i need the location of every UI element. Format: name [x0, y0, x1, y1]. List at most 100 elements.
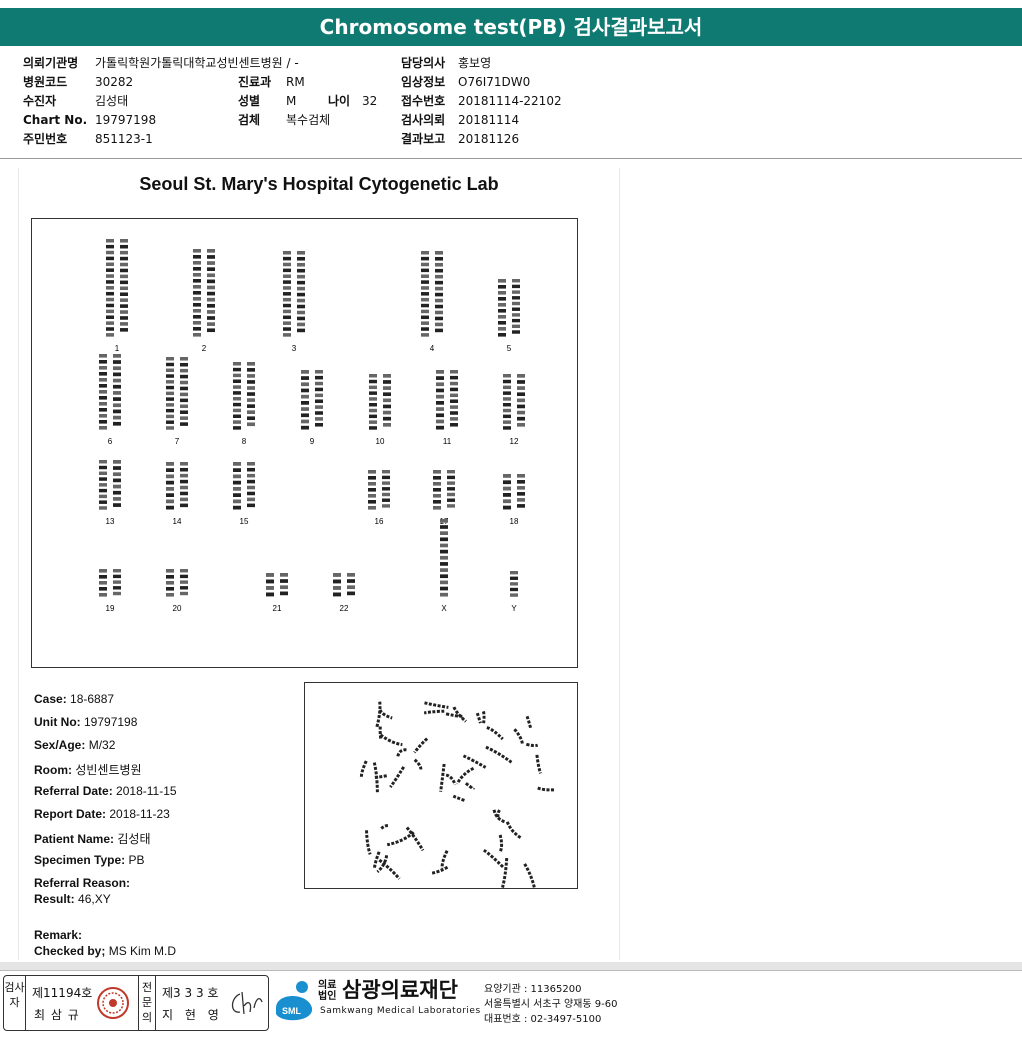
age-key: 나이	[328, 94, 351, 108]
field-key: 성별	[238, 94, 261, 108]
metaphase-chromosome	[485, 745, 513, 764]
chromosome-label: 12	[510, 437, 519, 446]
case-field: Sex/Age: M/32	[34, 738, 115, 752]
chromosome-pair	[301, 370, 323, 430]
sml-logo-icon: SML	[276, 981, 313, 1021]
field-value: M/32	[88, 738, 116, 752]
field-value: 복수검체	[286, 113, 331, 127]
metaphase-chromosome	[386, 831, 415, 847]
chromosome-label: 22	[340, 604, 349, 613]
chromosome-label: 14	[173, 517, 182, 526]
field-value: RM	[286, 75, 305, 89]
case-field: Case: 18-6887	[34, 692, 114, 706]
field-key: 병원코드	[23, 75, 68, 89]
metaphase-chromosome	[462, 754, 487, 769]
field-value: 20181114	[458, 113, 520, 127]
field-key: Checked by;	[34, 944, 106, 958]
field-key: Chart No.	[23, 113, 88, 127]
chromosome-pair	[503, 474, 525, 510]
field-value: 19797198	[84, 715, 138, 729]
field-key: Room:	[34, 763, 72, 777]
chromosome-pair	[99, 569, 121, 597]
header-row: 담당의사 홍보영	[401, 54, 562, 73]
header-row: 검사의뢰 20181114	[401, 111, 562, 130]
chromosome-pair	[166, 569, 188, 597]
metaphase-chromosome	[375, 701, 382, 729]
chromosome-label: 5	[507, 344, 512, 353]
chromosome-label: 15	[240, 517, 249, 526]
metaphase-chromosome	[365, 830, 372, 855]
institution-code: 요양기관 : 11365200	[484, 984, 582, 995]
org-name: 삼광의료재단	[342, 978, 458, 1002]
metaphase-chromosome	[445, 773, 457, 786]
case-field: Room: 성빈센트병원	[34, 761, 142, 778]
chromosome-label: 8	[242, 437, 247, 446]
field-value: 851123-1	[95, 132, 153, 146]
chromosome-pair	[436, 370, 458, 430]
phone: 대표번호 : 02-3497-5100	[484, 1014, 602, 1025]
chromosome-label: 20	[173, 604, 182, 613]
chromosome-label: 3	[292, 344, 297, 353]
metaphase-chromosome	[537, 786, 555, 792]
header-row: 진료과 RM	[238, 73, 377, 92]
field-key: Case:	[34, 692, 67, 706]
chromosome-label: 11	[443, 437, 452, 446]
logo-text: SML	[282, 1006, 302, 1016]
metaphase-image	[304, 682, 578, 892]
footer-separator	[0, 962, 1022, 970]
metaphase-chromosome	[378, 709, 393, 720]
chromosome-pair	[166, 357, 188, 430]
field-value: MS Kim M.D	[108, 944, 177, 958]
metaphase-chromosome	[372, 762, 379, 793]
field-key: Remark:	[34, 928, 83, 942]
case-field: Referral Reason:	[34, 876, 130, 890]
metaphase-chromosome	[389, 766, 406, 788]
case-field: Unit No: 19797198	[34, 715, 137, 729]
field-value: 성빈센트병원	[75, 763, 142, 777]
field-key: 담당의사	[401, 56, 446, 70]
field-key: 결과보고	[401, 132, 446, 146]
field-key: Unit No:	[34, 715, 81, 729]
metaphase-spread	[359, 701, 555, 892]
field-value: O76I71DW0	[458, 75, 531, 89]
chromosome-label: 18	[510, 517, 519, 526]
field-value: 김성태	[117, 832, 151, 846]
field-key: 주민번호	[23, 132, 68, 146]
header-row: 의뢰기관명 가톨릭학원가톨릭대학교성빈센트병원 / -	[23, 54, 299, 73]
metaphase-chromosome	[359, 760, 368, 779]
header-right-col: 담당의사 홍보영 임상정보 O76I71DW0 접수번호 20181114-22102…	[401, 54, 562, 149]
chromosome-pair	[369, 374, 391, 430]
metaphase-chromosome	[535, 754, 542, 774]
metaphase-chromosome	[505, 821, 522, 840]
signature	[231, 991, 263, 1015]
field-value: 46,XY	[78, 892, 111, 906]
field-key: 수진자	[23, 94, 57, 108]
field-key: Referral Reason:	[34, 876, 131, 890]
org-english: Samkwang Medical Laboratories	[320, 1006, 481, 1016]
metaphase-chromosome	[413, 758, 423, 770]
report-title: Chromosome test(PB) 검사결과보고서	[0, 8, 1022, 46]
field-value: 2018-11-15	[116, 784, 177, 798]
divider	[0, 970, 1022, 971]
chromosome-pair	[421, 251, 443, 337]
metaphase-chromosome	[481, 710, 486, 725]
field-key: 검체	[238, 113, 261, 127]
field-value: 20181126	[458, 132, 520, 146]
lab-title: Seoul St. Mary's Hospital Cytogenetic La…	[139, 174, 499, 194]
metaphase-chromosome	[452, 794, 467, 803]
chromosome-label: 2	[202, 344, 207, 353]
metaphase-chromosome	[475, 712, 482, 724]
metaphase-chromosome	[498, 834, 504, 854]
org-prefix: 의료법인	[318, 980, 337, 1002]
specialist-number: 제3 3 3 호	[162, 986, 219, 1000]
field-key: Patient Name:	[34, 832, 115, 846]
case-field: Patient Name: 김성태	[34, 830, 151, 847]
metaphase-chromosome	[439, 763, 446, 792]
metaphase-chromosome	[378, 858, 401, 880]
metaphase-chromosome	[440, 849, 449, 869]
chromosome-pair	[503, 374, 525, 430]
field-key: Report Date:	[34, 807, 107, 821]
field-key: 접수번호	[401, 94, 446, 108]
signature-box: 검사자 제11194호 최 삼 규 전문의 제3 3 3 호 지 현 영	[3, 975, 269, 1031]
tester-number: 제11194호	[32, 986, 93, 1000]
